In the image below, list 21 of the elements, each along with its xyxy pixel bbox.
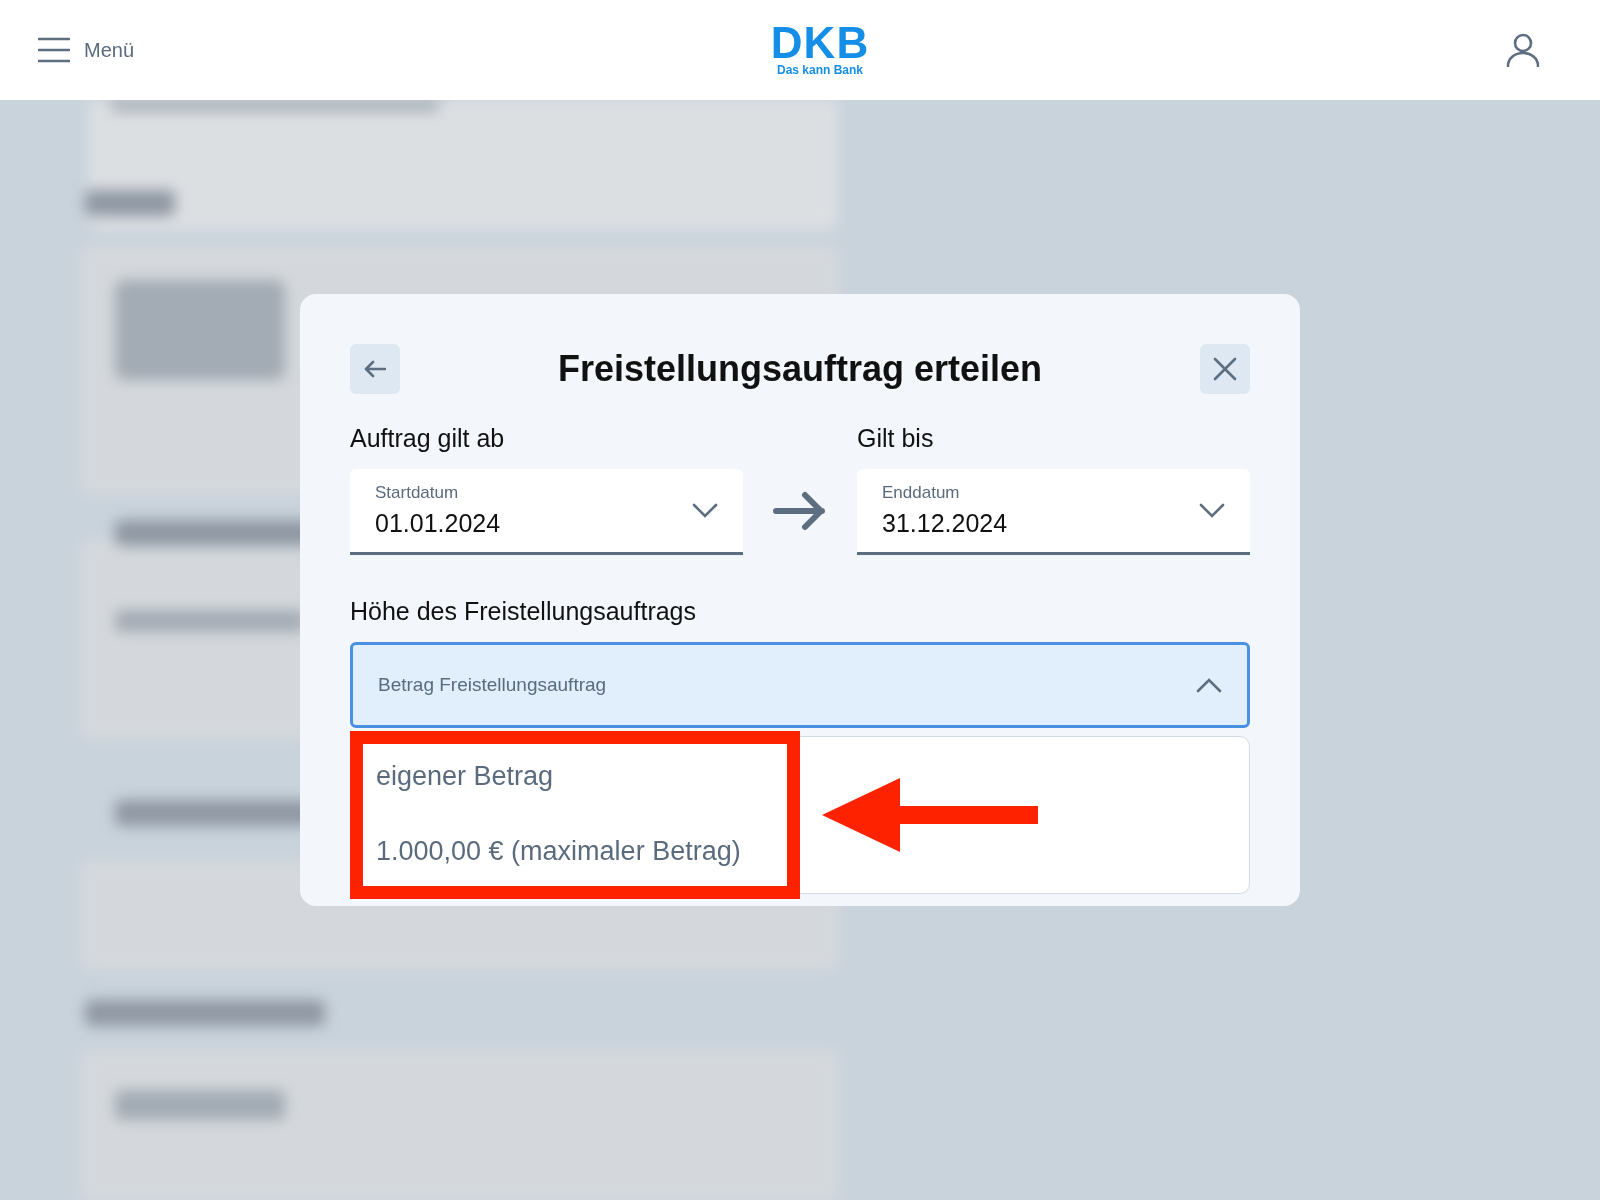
field-heading: Gilt bis [857, 424, 935, 453]
arrow-right-icon [773, 491, 827, 531]
date-dropdown[interactable]: Startdatum 01.01.2024 [350, 469, 743, 555]
close-button[interactable] [1200, 344, 1250, 394]
amount-dropdown[interactable]: Betrag Freistellungsauftrag [350, 642, 1250, 728]
dropdown-option[interactable]: eigener Betrag [351, 761, 1249, 792]
chevron-down-icon [1199, 502, 1225, 519]
logo[interactable]: DKB Das kann Bank [770, 23, 870, 77]
menu-icon [38, 37, 70, 63]
menu-button[interactable]: Menü [38, 37, 135, 63]
dialog-title: Freistellungsauftrag erteilen [557, 348, 1043, 390]
chevron-up-icon [1196, 677, 1222, 693]
chevron-down-icon [692, 502, 718, 519]
field-heading: Auftrag gilt ab [350, 424, 506, 453]
date-dropdown[interactable]: Enddatum 31.12.2024 [857, 469, 1250, 555]
user-icon[interactable] [1506, 33, 1540, 67]
field-heading: Höhe des Freistellungsauftrags [350, 597, 698, 626]
close-icon [1213, 357, 1237, 381]
back-arrow-icon [364, 360, 386, 378]
arrow-left-icon [822, 776, 1038, 854]
back-button[interactable] [350, 344, 400, 394]
